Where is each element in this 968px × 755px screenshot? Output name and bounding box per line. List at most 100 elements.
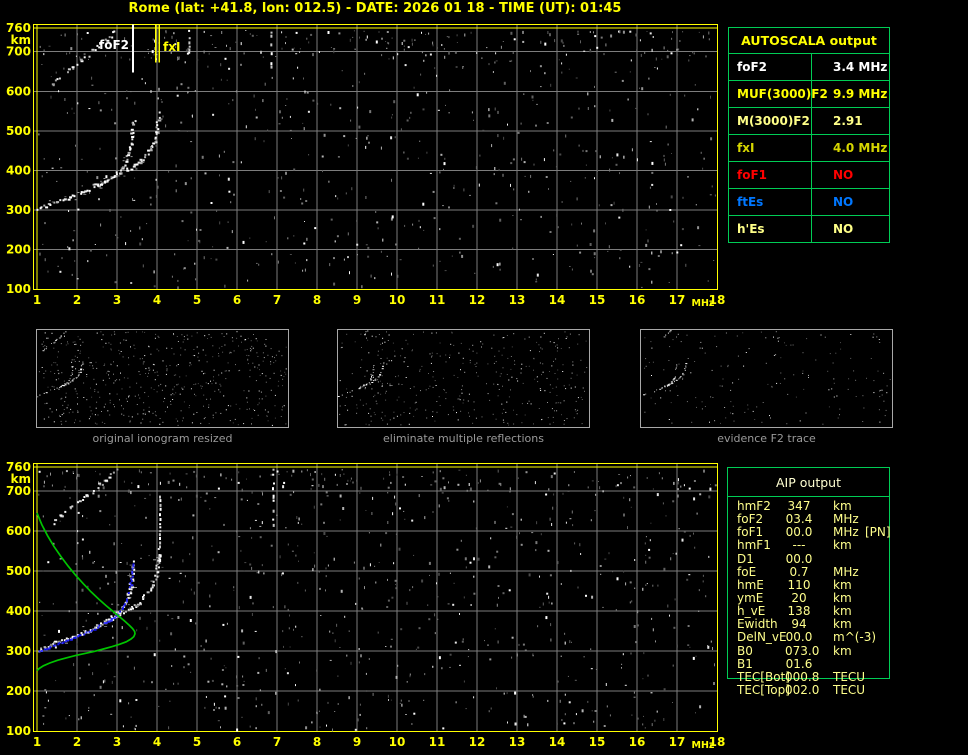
svg-text:6: 6 — [233, 735, 241, 749]
aip-row-value: 000.8 — [785, 669, 820, 684]
svg-text:8: 8 — [313, 293, 321, 307]
svg-text:14: 14 — [549, 293, 566, 307]
aip-row-label: ymE — [737, 590, 764, 605]
aip-row-label: B1 — [737, 656, 753, 671]
aip-row-unit: MHz — [833, 525, 859, 540]
svg-text:fxI: fxI — [163, 40, 180, 54]
aip-table-header: AIP output — [728, 468, 889, 497]
svg-text:2: 2 — [73, 293, 81, 307]
svg-text:15: 15 — [589, 735, 606, 749]
autoscala-row-value: 4.0 MHz — [833, 141, 888, 155]
aip-row-d1: D1 00.0 — [727, 551, 890, 566]
svg-text:600: 600 — [6, 84, 31, 98]
aip-row-delnve: DelN_vE 00.0 m^(-3) — [727, 631, 890, 644]
svg-text:600: 600 — [6, 524, 31, 538]
svg-text:11: 11 — [429, 293, 446, 307]
svg-text:km: km — [11, 33, 31, 47]
aip-row-label: foF2 — [737, 512, 764, 527]
svg-text:300: 300 — [6, 203, 31, 217]
autoscala-row-label: h'Es — [729, 216, 812, 243]
aip-row-label: hmE — [737, 577, 764, 592]
autoscala-row-label: M(3000)F2 — [729, 108, 812, 134]
thumbnail-2 — [337, 329, 590, 428]
aip-row-label: DelN_vE — [737, 630, 787, 645]
thumbnail-caption-original: original ionogram resized — [92, 432, 233, 445]
thumbnail-3 — [640, 329, 893, 428]
svg-text:4: 4 — [153, 735, 161, 749]
aip-row-tectop: TEC[Top] 002.0 TECU — [727, 682, 890, 697]
svg-text:500: 500 — [6, 124, 31, 138]
autoscala-row-value: NO — [833, 195, 854, 209]
svg-text:9: 9 — [353, 735, 361, 749]
autoscala-row-label: MUF(3000)F2 — [729, 81, 828, 107]
svg-text:700: 700 — [6, 484, 31, 498]
autoscala-screen: Rome (lat: +41.8, lon: 012.5) - DATE: 20… — [0, 0, 968, 755]
autoscala-row-label: foF2 — [729, 54, 812, 80]
svg-text:100: 100 — [6, 724, 31, 738]
aip-row-value: 20 — [791, 590, 807, 605]
aip-row-label: foE — [737, 564, 757, 579]
aip-row-unit: km — [833, 538, 852, 553]
svg-text:100: 100 — [6, 282, 31, 296]
profile-ionogram-plot: 1 2 3 4 5 6 7 8 9 10 11 12 13 14 15 16 17 18MHz7607006005… — [6, 460, 725, 751]
autoscala-row-fxi: fxI 4.0 MHz — [729, 135, 889, 162]
aip-row-unit: km — [833, 499, 852, 513]
autoscala-row-fof2: foF2 3.4 MHz — [729, 54, 889, 81]
scaled-ionogram-plot: foF2 fxI1 2 3 4 5 6 7 8 9 10 11 12 13 14 15 16 17 18MHz760… — [6, 21, 725, 309]
aip-row-label: hmF2 — [737, 499, 771, 513]
aip-row-value: 94 — [791, 617, 807, 632]
aip-row-hmf1: hmF1 --- km — [727, 539, 890, 552]
aip-row-b1: B1 01.6 — [727, 656, 890, 671]
svg-text:MHz: MHz — [692, 740, 715, 751]
svg-text:13: 13 — [509, 293, 526, 307]
aip-row-value: 00.0 — [785, 630, 813, 645]
svg-text:300: 300 — [6, 644, 31, 658]
svg-text:4: 4 — [153, 293, 161, 307]
autoscala-row-label: foF1 — [729, 162, 812, 188]
autoscala-row-fof1: foF1 NO — [729, 162, 889, 189]
aip-row-value: 110 — [787, 577, 811, 592]
svg-text:10: 10 — [389, 735, 406, 749]
aip-row-value: 347 — [787, 499, 811, 513]
svg-text:1: 1 — [33, 735, 41, 749]
autoscala-row-hes: h'Es NO — [729, 216, 889, 243]
aip-row-unit: km — [833, 617, 852, 632]
aip-row-label: TEC[Top] — [737, 682, 790, 697]
aip-row-value: 03.4 — [785, 512, 813, 527]
aip-row-tecbot: TEC[Bot] 000.8 TECU — [727, 669, 890, 684]
thumbnail-1 — [36, 329, 289, 428]
aip-row-unit: km — [833, 590, 852, 605]
svg-text:km: km — [11, 472, 31, 486]
svg-text:9: 9 — [353, 293, 361, 307]
autoscala-row-label: fxI — [729, 135, 812, 161]
svg-text:3: 3 — [113, 735, 121, 749]
aip-row-value: 00.0 — [785, 525, 813, 540]
aip-row-value: 01.6 — [785, 656, 813, 671]
svg-text:6: 6 — [233, 293, 241, 307]
svg-text:200: 200 — [6, 242, 31, 256]
svg-text:16: 16 — [629, 293, 646, 307]
aip-row-value: --- — [792, 538, 806, 553]
svg-text:14: 14 — [549, 735, 566, 749]
autoscala-table-header: AUTOSCALA output — [729, 28, 889, 54]
svg-text:10: 10 — [389, 293, 406, 307]
svg-text:500: 500 — [6, 564, 31, 578]
aip-row-b0: B0 073.0 km — [727, 643, 890, 658]
svg-text:400: 400 — [6, 163, 31, 177]
aip-row-note: [PN] — [865, 525, 891, 540]
autoscala-row-m3000f2: M(3000)F2 2.91 — [729, 108, 889, 135]
aip-row-unit: m^(-3) — [833, 630, 877, 645]
aip-row-label: hmF1 — [737, 538, 771, 553]
aip-row-unit: km — [833, 643, 852, 658]
autoscala-output-table: AUTOSCALA output foF2 3.4 MHz MUF(3000)F2 9… — [728, 27, 890, 243]
svg-text:3: 3 — [113, 293, 121, 307]
aip-row-label: D1 — [737, 551, 754, 566]
svg-text:13: 13 — [509, 735, 526, 749]
aip-row-unit: MHz — [833, 512, 859, 527]
autoscala-row-value: NO — [833, 222, 854, 236]
svg-text:12: 12 — [469, 735, 486, 749]
svg-text:MHz: MHz — [692, 298, 715, 309]
aip-row-unit: km — [833, 577, 852, 592]
aip-row-foe: foE 0.7 MHz — [727, 564, 890, 579]
aip-row-value: 002.0 — [785, 682, 820, 697]
